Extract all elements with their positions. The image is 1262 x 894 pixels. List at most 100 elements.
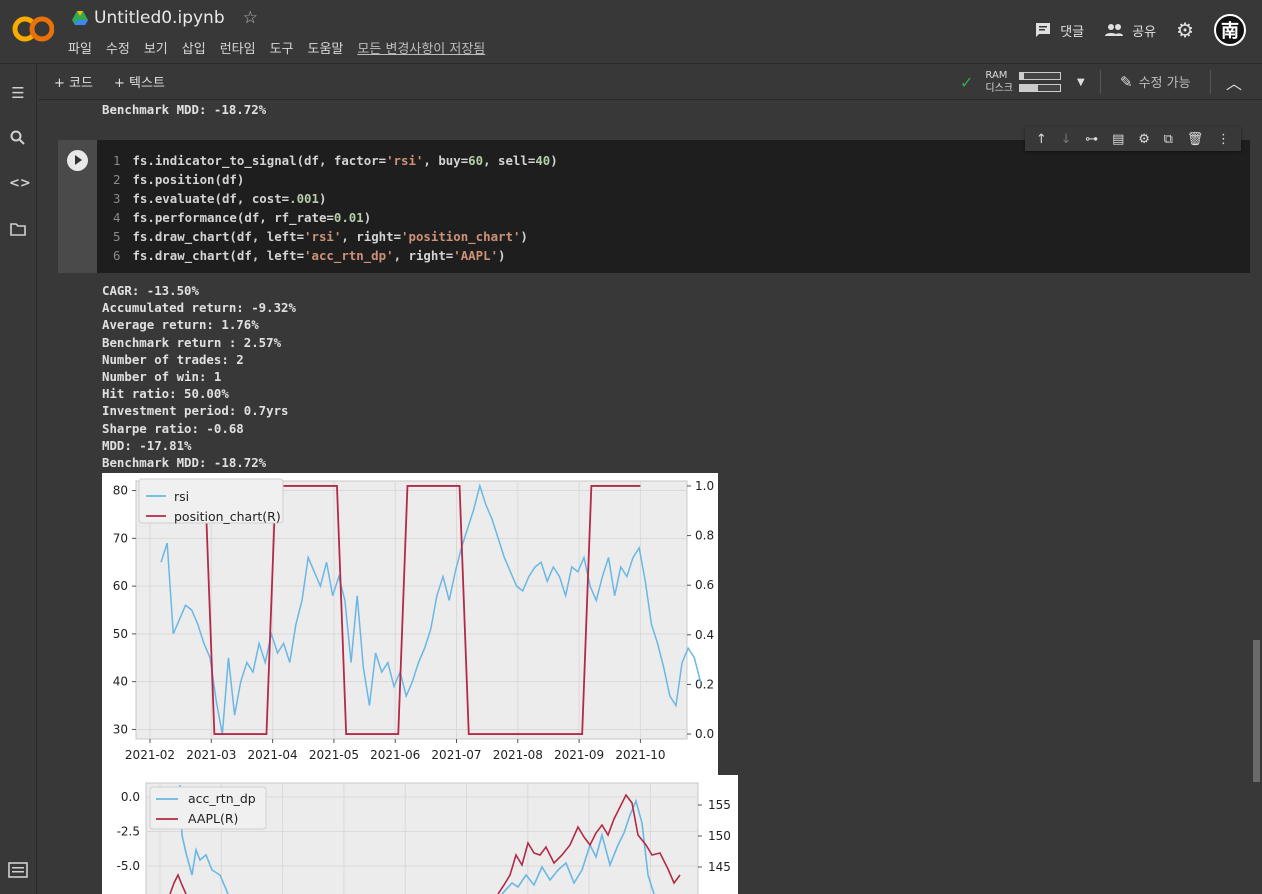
- run-cell-button[interactable]: [67, 150, 88, 171]
- legend-label: AAPL(R): [188, 811, 238, 826]
- edit-mode-button[interactable]: ✎ 수정 가능: [1120, 72, 1191, 92]
- menu-view[interactable]: 보기: [144, 38, 168, 57]
- code-snippets-icon[interactable]: <>: [9, 176, 31, 194]
- mirror-cell-icon[interactable]: ⧉: [1164, 132, 1173, 147]
- divider: [1210, 70, 1211, 94]
- menu-tools[interactable]: 도구: [270, 38, 294, 57]
- comment-icon: [1036, 23, 1051, 37]
- code-cell[interactable]: 1 fs.indicator_to_signal(df, factor='rsi…: [58, 140, 1250, 273]
- dropdown-arrow-icon[interactable]: ▼: [1077, 77, 1085, 88]
- comment-label: 댓글: [1060, 24, 1085, 40]
- cell-gutter: [58, 140, 97, 273]
- y-tick-label-left: 30: [113, 722, 128, 736]
- menu-runtime[interactable]: 런타임: [220, 38, 256, 57]
- share-button[interactable]: 공유: [1104, 21, 1156, 40]
- legend: acc_rtn_dp AAPL(R): [149, 786, 267, 830]
- y-tick-label-left: 40: [113, 675, 128, 689]
- y-tick-label-right: 0.2: [695, 677, 714, 691]
- x-tick-label: 2021-07: [431, 748, 481, 762]
- output-line: CAGR: -13.50%: [102, 283, 199, 298]
- left-sidebar: ☰ <>: [0, 64, 37, 894]
- menu-insert[interactable]: 삽입: [182, 38, 206, 57]
- divider: [1100, 70, 1101, 94]
- settings-gear-icon[interactable]: ⚙: [1176, 18, 1194, 42]
- x-tick-label: 2021-09: [554, 748, 604, 762]
- y-tick-label-left: 70: [113, 531, 128, 545]
- top-bar: Untitled0.ipynb ☆ 파일 수정 보기 삽입 런타임 도구 도움말…: [0, 0, 1262, 64]
- ram-bar: [1019, 72, 1062, 80]
- share-label: 공유: [1132, 24, 1157, 40]
- code-line: 2 fs.position(df): [113, 172, 245, 188]
- output-line: Number of trades: 2: [102, 351, 244, 367]
- move-down-arrow-icon[interactable]: ↓: [1061, 132, 1072, 147]
- x-tick-label: 2021-04: [248, 748, 298, 762]
- previous-output: Benchmark MDD: -18.72%: [102, 102, 267, 117]
- add-text-button[interactable]: + 텍스트: [114, 72, 165, 91]
- collapse-chevron-up-icon[interactable]: ︿: [1226, 70, 1242, 94]
- avatar[interactable]: 南: [1214, 14, 1246, 46]
- chart2-svg: 0.0 -2.5 -5.0 155 150 145 acc_rtn_dp AAPL(R): [117, 782, 731, 894]
- code-line: 1 fs.indicator_to_signal(df, factor='rsi…: [113, 153, 558, 168]
- y-tick-label-left: 60: [113, 579, 128, 593]
- legend-label: position_chart(R): [174, 509, 281, 524]
- notebook-toolbar: + 코드 + 텍스트 ✓ RAM 디스크 ▼ ✎ 수정 가능 ︿: [38, 64, 1262, 100]
- return-aapl-chart: 0.0 -2.5 -5.0 155 150 145 acc_rtn_dp AAPL(R): [102, 775, 738, 894]
- terminal-icon[interactable]: [8, 862, 28, 878]
- output-line: Investment period: 0.7yrs: [102, 403, 289, 419]
- y-tick-label-right: 145: [708, 860, 731, 874]
- menu-bar: 파일 수정 보기 삽입 런타임 도구 도움말 모든 변경사항이 저장됨: [68, 38, 485, 57]
- add-code-button[interactable]: + 코드: [54, 72, 93, 91]
- saved-status[interactable]: 모든 변경사항이 저장됨: [357, 38, 485, 57]
- output-line: Benchmark MDD: -18.72%: [102, 455, 267, 471]
- colab-logo[interactable]: [12, 14, 54, 44]
- rsi-position-chart: 2021-02 2021-03 2021-04 2021-05 2021-06 2021-…: [102, 473, 718, 775]
- y-tick-label-right: 0.0: [695, 727, 714, 741]
- scrollbar[interactable]: [1250, 100, 1262, 894]
- star-icon[interactable]: ☆: [243, 8, 258, 28]
- output-line: Average return: 1.76%: [102, 317, 259, 333]
- comment-button[interactable]: 댓글: [1034, 21, 1084, 40]
- settings-gear-icon[interactable]: ⚙: [1138, 132, 1150, 147]
- disk-label: 디스크: [985, 83, 1014, 94]
- menu-help[interactable]: 도움말: [308, 38, 344, 57]
- y-tick-label-right: 155: [708, 798, 731, 812]
- output-line: Sharpe ratio: -0.68: [102, 420, 244, 436]
- y-tick-label-left: -5.0: [117, 859, 140, 873]
- x-tick-label: 2021-10: [615, 748, 665, 762]
- output-line: MDD: -17.81%: [102, 437, 192, 453]
- y-tick-label-left: 80: [113, 484, 128, 498]
- folder-icon[interactable]: [9, 222, 27, 240]
- resource-monitor[interactable]: ✓ RAM 디스크 ▼: [960, 69, 1085, 95]
- drive-icon: [72, 11, 88, 25]
- output-line: Accumulated return: -9.32%: [102, 300, 296, 316]
- x-tick-label: 2021-03: [186, 748, 236, 762]
- x-tick-label: 2021-06: [370, 748, 420, 762]
- move-up-arrow-icon[interactable]: ↑: [1036, 132, 1047, 147]
- comment-icon[interactable]: ▤: [1112, 132, 1124, 147]
- output-line: Benchmark return : 2.57%: [102, 334, 282, 350]
- menu-edit[interactable]: 수정: [106, 38, 130, 57]
- y-tick-label-right: 1.0: [695, 479, 714, 493]
- y-tick-label-right: 0.4: [695, 628, 714, 642]
- code-editor[interactable]: 1 fs.indicator_to_signal(df, factor='rsi…: [113, 151, 558, 266]
- toc-list-icon[interactable]: ☰: [9, 84, 27, 102]
- x-tick-label: 2021-08: [493, 748, 543, 762]
- x-tick-label: 2021-05: [309, 748, 359, 762]
- output-line: Number of win: 1: [102, 369, 222, 385]
- notebook-title[interactable]: Untitled0.ipynb: [94, 8, 225, 28]
- more-vert-icon[interactable]: ⋮: [1217, 132, 1230, 147]
- disk-bar: [1019, 84, 1062, 92]
- delete-trash-icon[interactable]: 🗑: [1187, 132, 1204, 147]
- legend-label: acc_rtn_dp: [188, 791, 256, 806]
- y-tick-label-right: 0.8: [695, 529, 714, 543]
- link-icon[interactable]: ⊶: [1085, 132, 1098, 147]
- y-tick-label-left: 50: [113, 627, 128, 641]
- ram-label: RAM: [985, 70, 1008, 81]
- pencil-icon: ✎: [1120, 72, 1133, 91]
- code-line: 5 fs.draw_chart(df, left='rsi', right='p…: [113, 229, 528, 245]
- menu-file[interactable]: 파일: [68, 38, 92, 57]
- scroll-thumb[interactable]: [1253, 640, 1260, 782]
- cell-toolbar: ↑ ↓ ⊶ ▤ ⚙ ⧉ 🗑 ⋮: [1025, 127, 1241, 151]
- search-icon[interactable]: [9, 130, 27, 148]
- people-icon: [1105, 24, 1124, 36]
